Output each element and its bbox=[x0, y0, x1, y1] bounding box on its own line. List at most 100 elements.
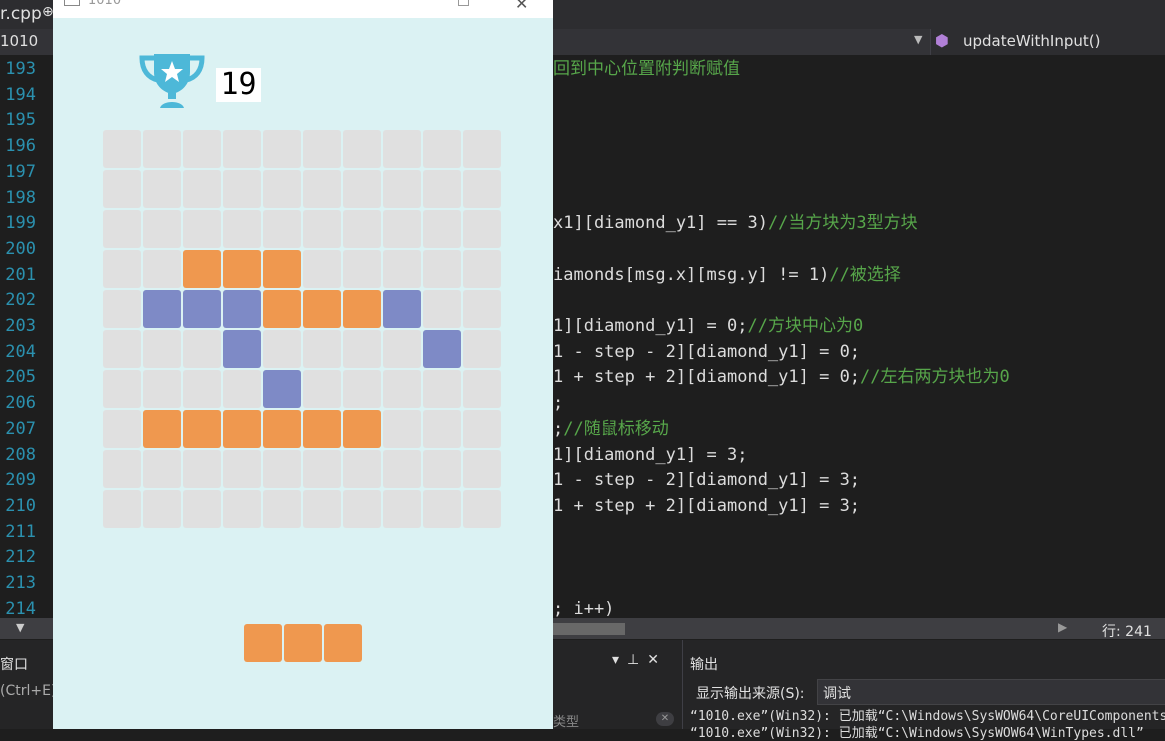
board-cell-empty[interactable] bbox=[383, 210, 421, 248]
output-source-select[interactable] bbox=[817, 679, 1165, 705]
board-cell-empty[interactable] bbox=[103, 210, 141, 248]
board-cell-empty[interactable] bbox=[103, 170, 141, 208]
board-cell-orange[interactable] bbox=[263, 290, 301, 328]
board-cell-empty[interactable] bbox=[103, 370, 141, 408]
board-cell-empty[interactable] bbox=[103, 450, 141, 488]
board-cell-empty[interactable] bbox=[343, 330, 381, 368]
board-cell-orange[interactable] bbox=[223, 410, 261, 448]
board-cell-empty[interactable] bbox=[223, 370, 261, 408]
board-cell-orange[interactable] bbox=[263, 250, 301, 288]
board-cell-empty[interactable] bbox=[303, 450, 341, 488]
board-cell-empty[interactable] bbox=[343, 250, 381, 288]
piece-block[interactable] bbox=[324, 624, 362, 662]
board-cell-empty[interactable] bbox=[423, 370, 461, 408]
board-cell-empty[interactable] bbox=[383, 170, 421, 208]
board-cell-empty[interactable] bbox=[103, 250, 141, 288]
board-cell-orange[interactable] bbox=[143, 410, 181, 448]
board-cell-empty[interactable] bbox=[263, 330, 301, 368]
game-window-titlebar[interactable] bbox=[53, 0, 553, 18]
board-cell-orange[interactable] bbox=[223, 250, 261, 288]
board-cell-empty[interactable] bbox=[343, 370, 381, 408]
board-cell-empty[interactable] bbox=[463, 210, 501, 248]
clear-icon[interactable]: ✕ bbox=[656, 712, 674, 726]
board-cell-orange[interactable] bbox=[343, 290, 381, 328]
board-cell-empty[interactable] bbox=[303, 210, 341, 248]
board-cell-empty[interactable] bbox=[463, 330, 501, 368]
board-cell-empty[interactable] bbox=[143, 370, 181, 408]
board-cell-empty[interactable] bbox=[303, 490, 341, 528]
board-cell-orange[interactable] bbox=[183, 410, 221, 448]
board-cell-empty[interactable] bbox=[183, 330, 221, 368]
board-cell-empty[interactable] bbox=[343, 490, 381, 528]
board-cell-orange[interactable] bbox=[263, 410, 301, 448]
board-cell-blue[interactable] bbox=[223, 330, 261, 368]
code-line[interactable]: 1 + step + 2][diamond_y1] = 3; bbox=[553, 496, 860, 516]
board-cell-empty[interactable] bbox=[303, 370, 341, 408]
code-line[interactable]: 1 + step + 2][diamond_y1] = 0;//左右两方块也为0 bbox=[553, 367, 1010, 387]
board-cell-empty[interactable] bbox=[143, 330, 181, 368]
board-cell-empty[interactable] bbox=[463, 130, 501, 168]
code-line[interactable]: ; bbox=[553, 393, 563, 413]
board-cell-empty[interactable] bbox=[303, 130, 341, 168]
panel-controls[interactable]: ▾⊥✕ bbox=[612, 652, 667, 668]
board-cell-empty[interactable] bbox=[383, 450, 421, 488]
scope-dropdown[interactable] bbox=[553, 31, 927, 52]
board-cell-empty[interactable] bbox=[463, 490, 501, 528]
board-cell-empty[interactable] bbox=[263, 170, 301, 208]
board-cell-orange[interactable] bbox=[343, 410, 381, 448]
board-cell-empty[interactable] bbox=[303, 170, 341, 208]
scroll-right-icon[interactable]: ▶ bbox=[1058, 620, 1067, 634]
board-cell-empty[interactable] bbox=[463, 410, 501, 448]
board-cell-empty[interactable] bbox=[103, 330, 141, 368]
project-dropdown[interactable]: 1010 bbox=[0, 32, 38, 50]
board-cell-empty[interactable] bbox=[143, 250, 181, 288]
board-cell-empty[interactable] bbox=[183, 130, 221, 168]
board-cell-empty[interactable] bbox=[103, 290, 141, 328]
board-cell-empty[interactable] bbox=[463, 370, 501, 408]
board-cell-empty[interactable] bbox=[343, 450, 381, 488]
board-cell-empty[interactable] bbox=[383, 410, 421, 448]
board-cell-empty[interactable] bbox=[143, 450, 181, 488]
code-line[interactable]: 回到中心位置附判断赋值 bbox=[553, 59, 740, 79]
board-cell-empty[interactable] bbox=[383, 370, 421, 408]
board-cell-empty[interactable] bbox=[183, 450, 221, 488]
board-cell-empty[interactable] bbox=[423, 210, 461, 248]
board-cell-empty[interactable] bbox=[383, 330, 421, 368]
board-cell-blue[interactable] bbox=[423, 330, 461, 368]
board-cell-orange[interactable] bbox=[303, 410, 341, 448]
board-cell-empty[interactable] bbox=[103, 130, 141, 168]
board-cell-empty[interactable] bbox=[183, 370, 221, 408]
board-cell-empty[interactable] bbox=[343, 170, 381, 208]
pin-icon[interactable]: ⊕ bbox=[42, 4, 54, 20]
board-cell-blue[interactable] bbox=[263, 370, 301, 408]
board-cell-empty[interactable] bbox=[223, 490, 261, 528]
board-cell-empty[interactable] bbox=[263, 130, 301, 168]
board-cell-empty[interactable] bbox=[343, 210, 381, 248]
board-cell-empty[interactable] bbox=[143, 210, 181, 248]
board-cell-empty[interactable] bbox=[383, 130, 421, 168]
board-cell-empty[interactable] bbox=[183, 490, 221, 528]
board-cell-empty[interactable] bbox=[183, 210, 221, 248]
board-cell-orange[interactable] bbox=[303, 290, 341, 328]
code-line[interactable]: ; i++) bbox=[553, 599, 614, 619]
code-line[interactable]: 1 - step - 2][diamond_y1] = 0; bbox=[553, 342, 860, 362]
board-cell-empty[interactable] bbox=[383, 490, 421, 528]
board-cell-empty[interactable] bbox=[383, 250, 421, 288]
board-cell-empty[interactable] bbox=[303, 330, 341, 368]
board-cell-empty[interactable] bbox=[303, 250, 341, 288]
file-tab[interactable]: r.cpp bbox=[0, 4, 42, 24]
board-cell-empty[interactable] bbox=[423, 410, 461, 448]
board-cell-blue[interactable] bbox=[223, 290, 261, 328]
board-cell-empty[interactable] bbox=[263, 450, 301, 488]
board-cell-empty[interactable] bbox=[423, 250, 461, 288]
board-cell-empty[interactable] bbox=[223, 210, 261, 248]
board-cell-empty[interactable] bbox=[143, 170, 181, 208]
board-cell-empty[interactable] bbox=[183, 170, 221, 208]
scrollbar-thumb[interactable] bbox=[553, 623, 625, 635]
board-cell-empty[interactable] bbox=[103, 410, 141, 448]
board-cell-empty[interactable] bbox=[423, 170, 461, 208]
board-cell-empty[interactable] bbox=[263, 490, 301, 528]
close-icon[interactable]: ✕ bbox=[515, 0, 528, 13]
board-cell-empty[interactable] bbox=[143, 130, 181, 168]
board-cell-empty[interactable] bbox=[423, 490, 461, 528]
